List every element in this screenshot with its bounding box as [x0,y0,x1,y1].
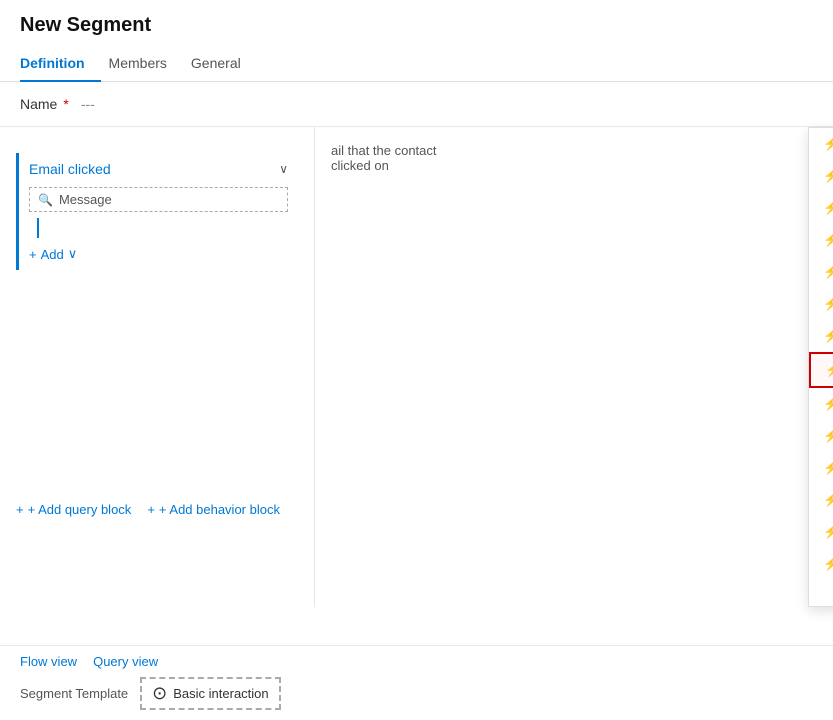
chevron-down-icon: ∨ [279,162,288,176]
page-title: New Segment [20,14,813,37]
message-row[interactable]: 🔍 Message [29,187,288,212]
dropdown-item-3[interactable]: ⚡ Event registration [809,224,833,256]
main-content: Email clicked ∨ 🔍 Message + Add ∨ + [0,127,833,607]
plus-icon: + [29,247,37,262]
lightning-icon: ⚡ [823,396,833,412]
lightning-icon: ⚡ [825,362,833,378]
add-label: Add [41,247,64,262]
lightning-icon: ⚡ [823,428,833,444]
search-icon: 🔍 [38,193,53,207]
lightning-icon: ⚡ [823,524,833,540]
name-value: --- [81,96,95,112]
add-behavior-block-button[interactable]: + + Add behavior block [147,502,280,517]
dropdown-item-forms-pro-survey-question[interactable]: ⚡ Forms Pro Survey Question Response [809,352,833,388]
lightning-icon: ⚡ [823,328,833,344]
tab-definition[interactable]: Definition [20,45,101,81]
plus-icon: + [147,502,155,517]
dropdown-item-12[interactable]: ⚡ Marketing list subscribed [809,516,833,548]
flow-view-link[interactable]: Flow view [20,654,77,669]
lightning-icon: ⚡ [823,492,833,508]
tab-general[interactable]: General [191,45,257,81]
dropdown-item-9[interactable]: ⚡ Invalid reply-to address [809,420,833,452]
right-partial-content: ail that the contact clicked on [315,127,493,607]
add-chevron-icon: ∨ [68,246,78,262]
segment-template-label: Segment Template [20,686,128,701]
dropdown-item-2[interactable]: ⚡ Event check-in [809,192,833,224]
lightning-icon: ⚡ [823,556,833,572]
add-query-block-label: + Add query block [28,502,132,517]
dropdown-item-1[interactable]: ⚡ Email subscription submitted [809,160,833,192]
query-block-email-clicked: Email clicked ∨ 🔍 Message + Add ∨ [16,153,298,270]
dropdown-item-6[interactable]: ⚡ Form visited [809,320,833,352]
lightning-icon: ⚡ [823,264,833,280]
query-block-header: Email clicked ∨ [29,161,288,177]
lightning-icon: ⚡ [823,232,833,248]
plus-icon: + [16,502,24,517]
add-query-block-button[interactable]: + + Add query block [16,502,131,517]
dropdown-item-14[interactable]: ⚡ Out of email credits [809,580,833,588]
dropdown-list: ⚡ Email soft remote bounced ⚡ Email subs… [809,128,833,588]
message-label: Message [59,192,112,207]
add-row[interactable]: + Add ∨ [29,246,288,262]
segment-template-selector[interactable]: ⊙ Basic interaction [140,677,280,710]
dropdown-panel: ⚡ Email soft remote bounced ⚡ Email subs… [808,127,833,607]
dropdown-item-13[interactable]: ⚡ Marketing list unsubscribed [809,548,833,580]
dropdown-item-10[interactable]: ⚡ Invalid sender address [809,452,833,484]
lightning-icon: ⚡ [823,296,833,312]
dropdown-item-11[interactable]: ⚡ LinkedIn form submission [809,484,833,516]
name-required-marker: * [63,96,68,112]
dropdown-item-forms-pro-submitted[interactable]: ⚡ Forms Pro Survey Submitted Forms Pro S… [809,388,833,420]
segment-template-icon: ⊙ [152,683,167,704]
lightning-icon: ⚡ [823,168,833,184]
right-partial-text: ail that the contact clicked on [331,143,437,173]
left-panel: Email clicked ∨ 🔍 Message + Add ∨ + [0,127,315,607]
lightning-icon: ⚡ [823,460,833,476]
dropdown-item-4[interactable]: ⚡ Event registration canceled [809,256,833,288]
tabs-bar: Definition Members General [0,45,833,82]
dropdown-item-5[interactable]: ⚡ Form submitted [809,288,833,320]
add-behavior-block-label: + Add behavior block [159,502,280,517]
dropdown-item-0[interactable]: ⚡ Email soft remote bounced [809,128,833,160]
name-label: Name [20,96,57,112]
segment-template-value-text: Basic interaction [173,686,268,701]
query-view-link[interactable]: Query view [93,654,158,669]
name-row: Name * --- [0,82,833,127]
lightning-icon: ⚡ [823,136,833,152]
query-block-title[interactable]: Email clicked [29,161,111,177]
lightning-icon: ⚡ [823,200,833,216]
tab-members[interactable]: Members [109,45,183,81]
